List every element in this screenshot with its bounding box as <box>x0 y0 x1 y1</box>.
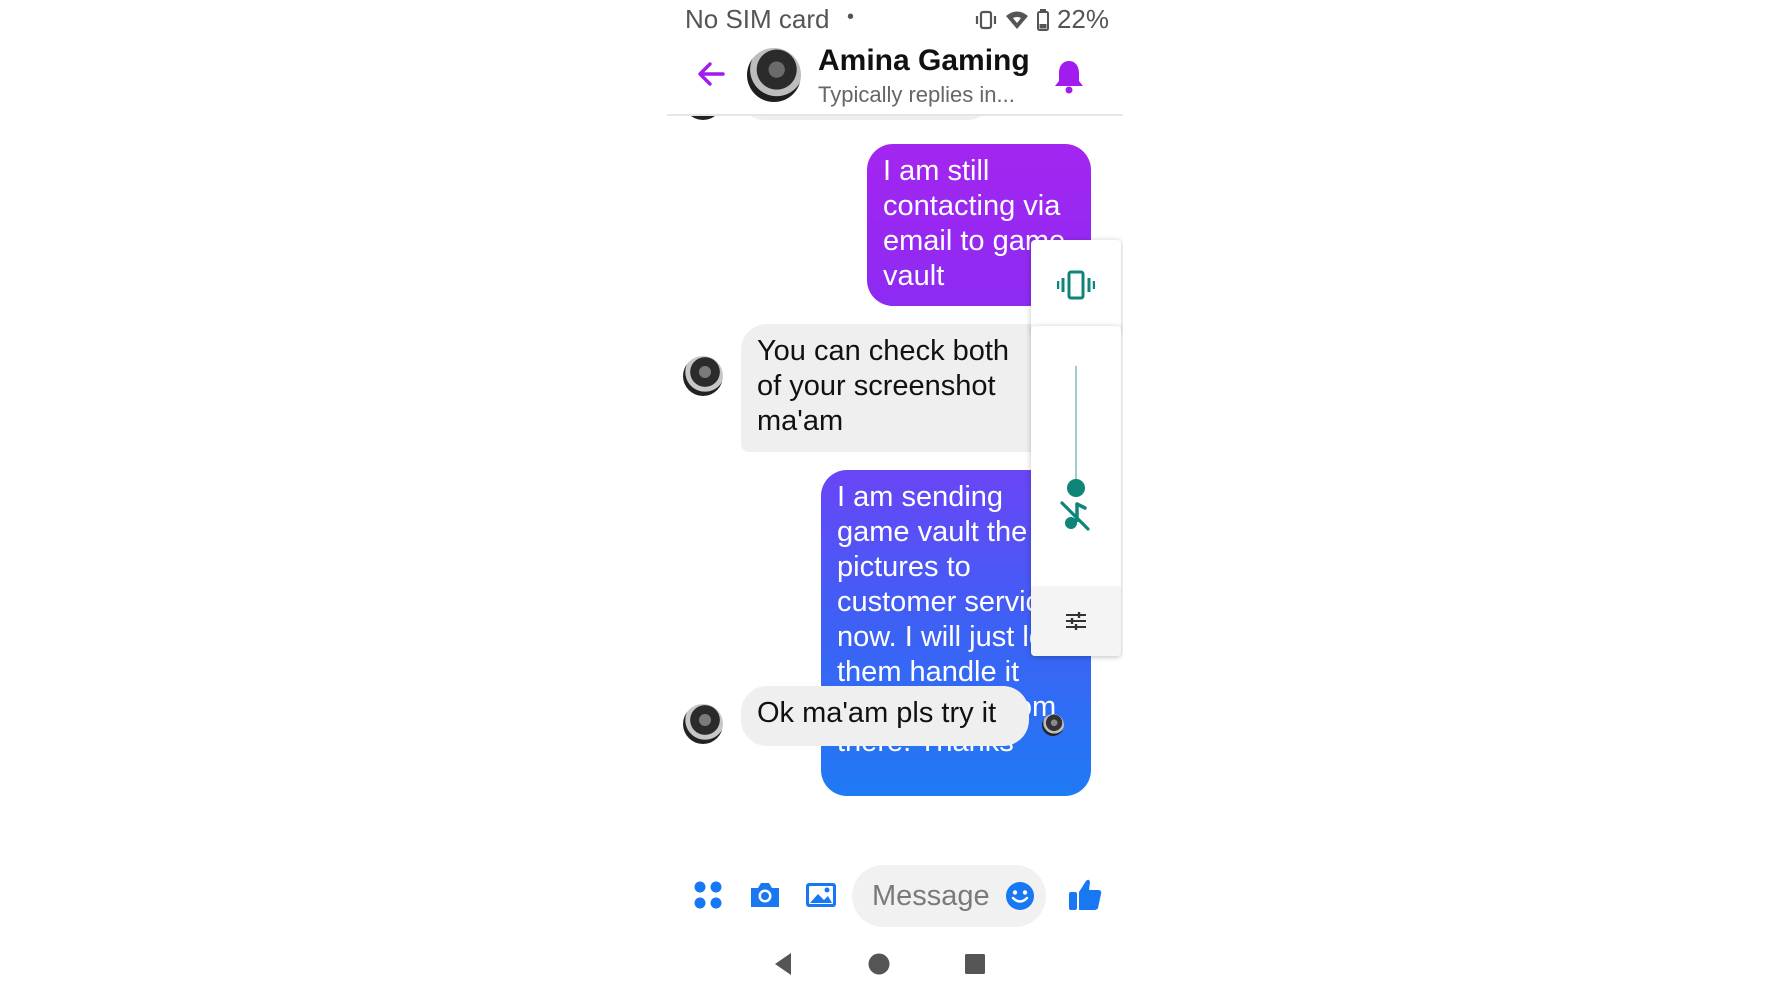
read-receipt-avatar <box>1042 714 1064 736</box>
bell-icon[interactable] <box>1052 58 1086 94</box>
vibrate-mode-icon[interactable] <box>1057 266 1095 304</box>
sender-avatar <box>683 356 723 396</box>
incoming-message-bubble[interactable]: Ok ma'am pls try it <box>741 686 1029 746</box>
gallery-icon[interactable] <box>803 877 839 913</box>
status-bar: No SIM card • 22% <box>667 0 1123 38</box>
volume-panel[interactable] <box>1031 326 1121 656</box>
camera-icon[interactable] <box>747 877 783 913</box>
equalizer-settings-icon[interactable] <box>1062 607 1090 635</box>
thumbs-up-icon[interactable] <box>1065 875 1105 915</box>
message-composer <box>667 855 1123 935</box>
carrier-text: No SIM card <box>685 4 830 34</box>
volume-slider-track[interactable] <box>1075 366 1077 482</box>
chat-header: Amina Gaming Typically replies in... <box>667 38 1123 116</box>
incoming-message-bubble[interactable]: You can check both of your screenshot ma… <box>741 324 1053 452</box>
back-arrow-icon[interactable] <box>693 56 729 92</box>
vibrate-icon <box>975 10 997 30</box>
status-separator: • <box>847 6 855 28</box>
battery-icon <box>1036 8 1049 31</box>
emoji-icon[interactable] <box>1004 880 1036 912</box>
message-input[interactable] <box>870 875 994 917</box>
home-circle-icon[interactable] <box>865 950 893 978</box>
mute-music-icon[interactable] <box>1057 498 1093 534</box>
recents-square-icon[interactable] <box>961 950 989 978</box>
battery-percent: 22% <box>1056 4 1109 34</box>
ringer-mode-panel[interactable] <box>1031 240 1121 332</box>
volume-slider-thumb[interactable] <box>1067 479 1085 497</box>
contact-status: Typically replies in... <box>818 82 1015 107</box>
message-input-container[interactable] <box>852 865 1046 927</box>
back-triangle-icon[interactable] <box>769 950 797 978</box>
message-list[interactable]: I am still contacting via email to game … <box>667 74 1123 854</box>
contact-avatar[interactable] <box>747 48 801 102</box>
sender-avatar <box>683 704 723 744</box>
contact-name[interactable]: Amina Gaming <box>818 44 1030 78</box>
phone-screen: No SIM card • 22% Amina Gaming Typically… <box>667 0 1123 1000</box>
wifi-icon <box>1005 10 1029 30</box>
volume-settings-area <box>1031 586 1121 656</box>
android-nav-bar <box>667 940 1123 1000</box>
apps-grid-icon[interactable] <box>690 877 726 913</box>
